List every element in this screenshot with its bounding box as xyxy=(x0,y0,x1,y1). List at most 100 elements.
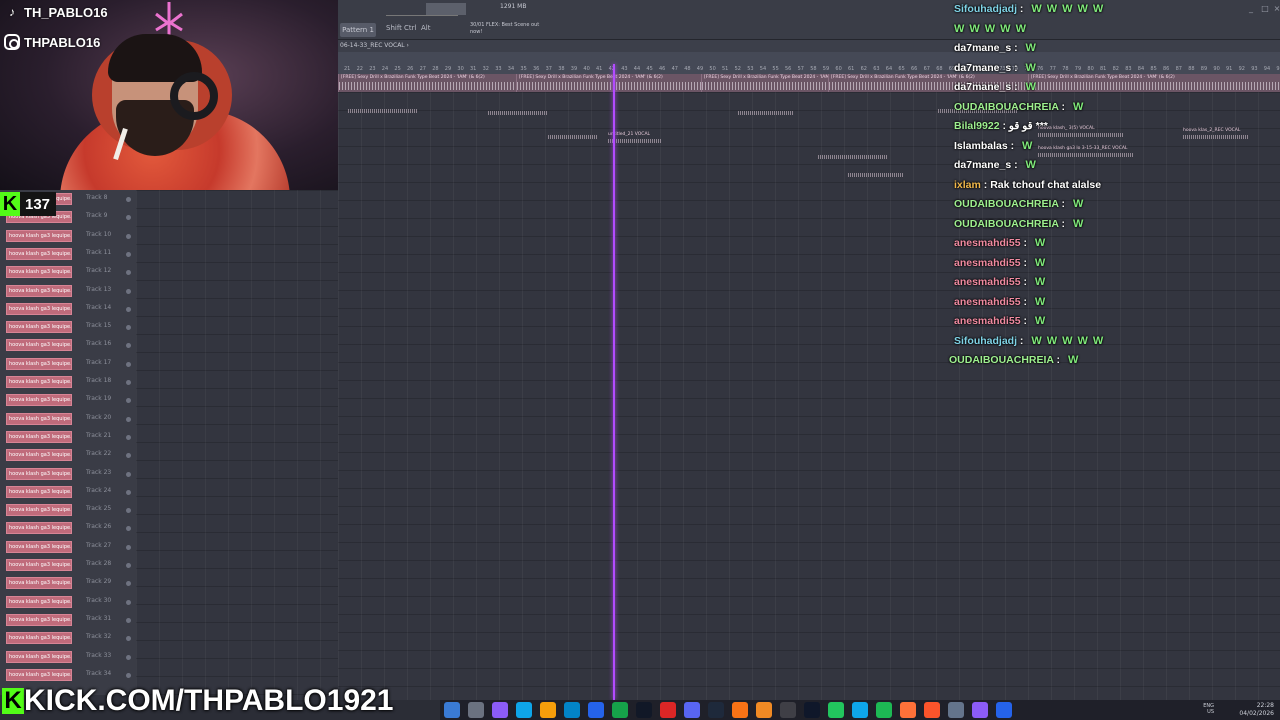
chat-username[interactable]: OUDAIBOUACHREIA xyxy=(949,354,1054,366)
vlc-icon[interactable] xyxy=(732,702,748,718)
track-name[interactable]: Track 34 xyxy=(86,670,111,677)
vocal-clip[interactable] xyxy=(548,128,598,142)
capcut-icon[interactable] xyxy=(804,702,820,718)
track-mute-icon[interactable] xyxy=(126,563,131,568)
news-ticker[interactable]: 30/01 FLEX: Best Scene out now! xyxy=(470,22,540,36)
track-mute-icon[interactable] xyxy=(126,654,131,660)
track-clip[interactable]: hoova klash ga3 lequipe... xyxy=(6,430,72,443)
playlist-grid-lower[interactable] xyxy=(136,190,338,700)
track-name[interactable]: Track 20 xyxy=(86,414,111,421)
alt-key-indicator[interactable]: Alt xyxy=(421,24,430,32)
track-row[interactable]: hoova klash ga3 lequipe... Track 24 xyxy=(0,483,136,501)
track-mute-icon[interactable] xyxy=(126,471,131,477)
track-row[interactable]: hoova klash ga3 lequipe... Track 30 xyxy=(0,593,136,611)
track-row[interactable]: hoova klash ga3 lequipe... Track 10 xyxy=(0,227,136,245)
track-name[interactable]: Track 32 xyxy=(86,633,111,640)
chat-username[interactable]: OUDAIBOUACHREIA xyxy=(954,218,1059,230)
track-name[interactable]: Track 22 xyxy=(86,450,111,457)
track-mute-icon[interactable] xyxy=(126,361,131,367)
track-mute-icon[interactable] xyxy=(126,672,131,678)
vocal-clip[interactable] xyxy=(818,148,888,162)
discord-icon[interactable] xyxy=(684,702,700,718)
clock-date[interactable]: 04/02/2026 xyxy=(1239,710,1274,718)
obs-icon[interactable] xyxy=(780,702,796,718)
track-clip[interactable]: hoova klash ga3 lequipe... xyxy=(6,394,72,407)
photos-icon[interactable] xyxy=(972,702,988,718)
track-clip[interactable]: hoova klash ga3 lequipe... xyxy=(6,449,72,462)
track-clip[interactable]: hoova klash ga3 lequipe... xyxy=(6,650,72,663)
taskview-icon[interactable] xyxy=(492,702,508,718)
edge-icon[interactable] xyxy=(564,702,580,718)
track-row[interactable]: hoova klash ga3 lequipe... Track 12 xyxy=(0,263,136,281)
track-name[interactable]: Track 9 xyxy=(86,212,107,219)
steam-icon[interactable] xyxy=(708,702,724,718)
track-clip[interactable]: hoova klash ga3 lequipe... xyxy=(6,412,72,425)
track-name[interactable]: Track 19 xyxy=(86,395,111,402)
track-mute-icon[interactable] xyxy=(126,233,131,239)
explorer-icon[interactable] xyxy=(540,702,556,718)
track-mute-icon[interactable] xyxy=(126,306,131,312)
track-name[interactable]: Track 33 xyxy=(86,652,111,659)
track-name[interactable]: Track 10 xyxy=(86,231,111,238)
track-mute-icon[interactable] xyxy=(126,617,131,623)
track-mute-icon[interactable] xyxy=(126,325,131,331)
track-row[interactable]: hoova klash ga3 lequipe... Track 16 xyxy=(0,336,136,354)
vocal-clip[interactable] xyxy=(488,104,548,118)
track-mute-icon[interactable] xyxy=(126,636,131,642)
track-name[interactable]: Track 23 xyxy=(86,469,111,476)
track-row[interactable]: hoova klash ga3 lequipe... Track 32 xyxy=(0,629,136,647)
track-clip[interactable]: hoova klash ga3 lequipe... xyxy=(6,467,72,480)
track-mute-icon[interactable] xyxy=(126,453,131,459)
track-mute-icon[interactable] xyxy=(126,380,131,385)
track-mute-icon[interactable] xyxy=(126,270,131,276)
track-mute-icon[interactable] xyxy=(126,398,131,404)
track-name[interactable]: Track 29 xyxy=(86,578,111,585)
vocal-clip[interactable] xyxy=(738,104,794,118)
language-indicator[interactable]: ENG US xyxy=(1203,703,1214,715)
ctrl-key-indicator[interactable]: Ctrl xyxy=(404,24,416,32)
track-name[interactable]: Track 21 xyxy=(86,432,111,439)
track-name[interactable]: Track 17 xyxy=(86,359,111,366)
track-name[interactable]: Track 14 xyxy=(86,304,111,311)
chat-username[interactable]: da7mane_s xyxy=(954,81,1011,93)
brave-icon[interactable] xyxy=(924,702,940,718)
track-clip[interactable]: hoova klash ga3 lequipe... xyxy=(6,266,72,279)
chat-username[interactable]: anesmahdi55 xyxy=(954,257,1021,269)
track-mute-icon[interactable] xyxy=(126,489,131,495)
playhead[interactable] xyxy=(613,64,615,700)
track-clip[interactable]: hoova klash ga3 lequipe... xyxy=(6,668,72,681)
chat-username[interactable]: Islambalas xyxy=(954,140,1008,152)
track-row[interactable]: hoova klash ga3 lequipe... Track 27 xyxy=(0,538,136,556)
track-mute-icon[interactable] xyxy=(126,288,131,294)
track-row[interactable]: hoova klash ga3 lequipe... Track 14 xyxy=(0,300,136,318)
opera-icon[interactable] xyxy=(660,702,676,718)
windows-icon[interactable] xyxy=(444,702,460,718)
track-clip[interactable]: hoova klash ga3 lequipe... xyxy=(6,559,72,571)
chat-username[interactable]: Sifouhadjadj xyxy=(954,3,1017,15)
track-row[interactable]: hoova klash ga3 lequipe... Track 26 xyxy=(0,519,136,537)
track-name[interactable]: Track 8 xyxy=(86,194,107,201)
whatsapp-icon[interactable] xyxy=(828,702,844,718)
track-clip[interactable]: hoova klash ga3 lequipe... xyxy=(6,485,72,498)
chrome-icon[interactable] xyxy=(612,702,628,718)
track-clip[interactable]: hoova klash ga3 lequipe... xyxy=(6,302,72,315)
track-mute-icon[interactable] xyxy=(126,197,131,202)
search-icon[interactable] xyxy=(468,702,484,718)
track-clip[interactable]: hoova klash ga3 lequipe... xyxy=(6,339,72,352)
vocal-clip[interactable] xyxy=(348,102,418,116)
track-mute-icon[interactable] xyxy=(126,599,131,605)
vocal-clip[interactable] xyxy=(848,166,904,180)
track-mute-icon[interactable] xyxy=(126,215,131,221)
audio-clip[interactable]: [FREE] Sexy Drill x Brazilian Funk Type … xyxy=(338,74,516,92)
track-name[interactable]: Track 24 xyxy=(86,487,111,494)
chat-username[interactable]: anesmahdi55 xyxy=(954,237,1021,249)
track-name[interactable]: Track 13 xyxy=(86,286,111,293)
track-clip[interactable]: hoova klash ga3 lequipe... xyxy=(6,357,72,370)
shift-key-indicator[interactable]: Shift xyxy=(386,24,402,32)
track-mute-icon[interactable] xyxy=(126,251,131,257)
track-name[interactable]: Track 30 xyxy=(86,597,111,604)
track-mute-icon[interactable] xyxy=(126,343,131,349)
track-clip[interactable]: hoova klash ga3 lequipe... xyxy=(6,504,72,517)
chat-username[interactable]: OUDAIBOUACHREIA xyxy=(954,198,1059,210)
chat-username[interactable]: anesmahdi55 xyxy=(954,315,1021,327)
